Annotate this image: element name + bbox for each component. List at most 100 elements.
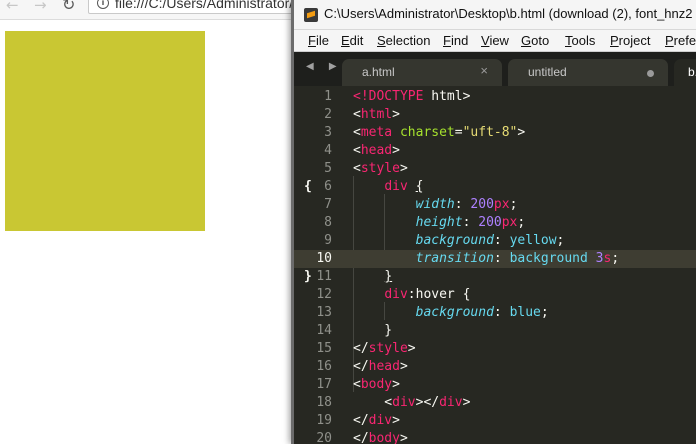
demo-div-box[interactable] [5,31,205,231]
arrow-right-icon[interactable]: → [34,0,47,13]
code-line[interactable]: 17 <body> [294,376,696,394]
code-token: head [368,359,400,374]
line-number: 4 [324,143,332,158]
code-token: head [360,143,393,158]
code-line[interactable]: 20 </body> [294,430,696,444]
code-token: charset [399,125,455,140]
code-token: div [439,395,463,410]
code-token: > [392,143,400,158]
code-text: transition: background 3s; [353,250,620,268]
code-token: = [454,125,463,140]
code-token: width [415,197,455,212]
menu-item-edit[interactable]: Edit [341,33,363,48]
tab-b-html[interactable]: b. [674,59,696,86]
code-text: <html> [353,106,400,124]
code-line[interactable]: 13 background: blue; [294,304,696,322]
code-line[interactable]: 4 <head> [294,142,696,160]
code-token: style [368,341,408,356]
code-text: } [353,268,392,286]
code-line[interactable]: 16 </head> [294,358,696,376]
code-token: </ [353,341,369,356]
code-editor[interactable]: 1 <!DOCTYPE html> 2 <html> 3 <meta charset="u… [294,86,696,444]
menu-item-view[interactable]: View [481,33,509,48]
code-line[interactable]: 10 transition: background 3s; [294,250,696,268]
code-line[interactable]: 1 <!DOCTYPE html> [294,88,696,106]
code-token: :hover { [407,287,471,302]
line-number: 10 [316,251,332,266]
code-token: < [353,395,393,410]
code-token: meta [360,125,393,140]
code-line[interactable]: 6{ div { [294,178,696,196]
code-line[interactable]: 9 background: yellow; [294,232,696,250]
menu-item-file[interactable]: File [308,33,329,48]
code-text: div:hover { [353,286,470,304]
code-token: : [454,197,471,212]
code-token: > [407,341,416,356]
unsaved-dot-icon[interactable] [647,70,654,77]
menu-item-prefer[interactable]: Prefer [665,33,696,48]
code-text: <style> [353,160,408,178]
code-line[interactable]: 15 </style> [294,340,696,358]
code-line[interactable]: 11} } [294,268,696,286]
code-token: blue [509,305,541,320]
menu-item-selection[interactable]: Selection [377,33,430,48]
line-number: 8 [324,215,332,230]
line-number: 3 [324,125,332,140]
line-number: 1 [324,89,332,104]
fold-marker-icon[interactable]: } [304,268,312,286]
menu-item-project[interactable]: Project [610,33,650,48]
code-token: "uft-8" [462,125,518,140]
code-token: < [353,107,361,122]
code-text: </head> [353,358,408,376]
code-token: : [493,233,510,248]
code-token: </ [353,359,369,374]
line-number: 13 [316,305,332,320]
fold-marker-icon[interactable]: { [304,178,312,196]
code-line[interactable]: 7 width: 200px; [294,196,696,214]
tab-untitled[interactable]: untitled [508,59,668,86]
arrow-left-icon[interactable]: ← [6,0,19,13]
code-line[interactable]: 14 } [294,322,696,340]
tab-a-html[interactable]: a.html × [342,59,502,86]
menu-item-goto[interactable]: Goto [521,33,549,48]
menu-item-find[interactable]: Find [443,33,468,48]
code-text: <!DOCTYPE html> [353,88,470,106]
code-token: html> [423,89,471,104]
code-text: <body> [353,376,400,394]
code-line[interactable]: 8 height: 200px; [294,214,696,232]
code-token: ; [509,197,518,212]
code-token: DOCTYPE [368,89,424,104]
code-line[interactable]: 5 <style> [294,160,696,178]
line-number: 9 [324,233,332,248]
line-number: 7 [324,197,332,212]
code-token: px [501,215,518,230]
code-token: background [415,233,494,248]
code-line[interactable]: 18 <div></div> [294,394,696,412]
line-number: 12 [316,287,332,302]
reload-icon[interactable]: ↻ [62,0,75,13]
sublime-logo-icon [304,8,318,22]
line-number: 20 [316,431,332,444]
code-token: style [360,161,400,176]
window-title: C:\Users\Administrator\Desktop\b.html (d… [324,6,693,21]
info-icon[interactable]: i [97,0,109,9]
code-token: { [415,179,424,194]
code-line[interactable]: 2 <html> [294,106,696,124]
code-token: > [392,413,400,428]
editor-window: C:\Users\Administrator\Desktop\b.html (d… [291,0,696,444]
code-line[interactable]: 12 div:hover { [294,286,696,304]
code-token: yellow [509,233,557,248]
tab-scroll-arrows-icon[interactable]: ◀ ▶ [306,61,343,72]
code-token: div [368,413,393,428]
close-icon[interactable]: × [480,63,488,78]
code-line[interactable]: 3 <meta charset="uft-8"> [294,124,696,142]
menu-item-tools[interactable]: Tools [565,33,595,48]
code-line[interactable]: 19 </div> [294,412,696,430]
code-token: body [368,431,400,444]
line-number: 14 [316,323,332,338]
code-token: < [353,143,361,158]
